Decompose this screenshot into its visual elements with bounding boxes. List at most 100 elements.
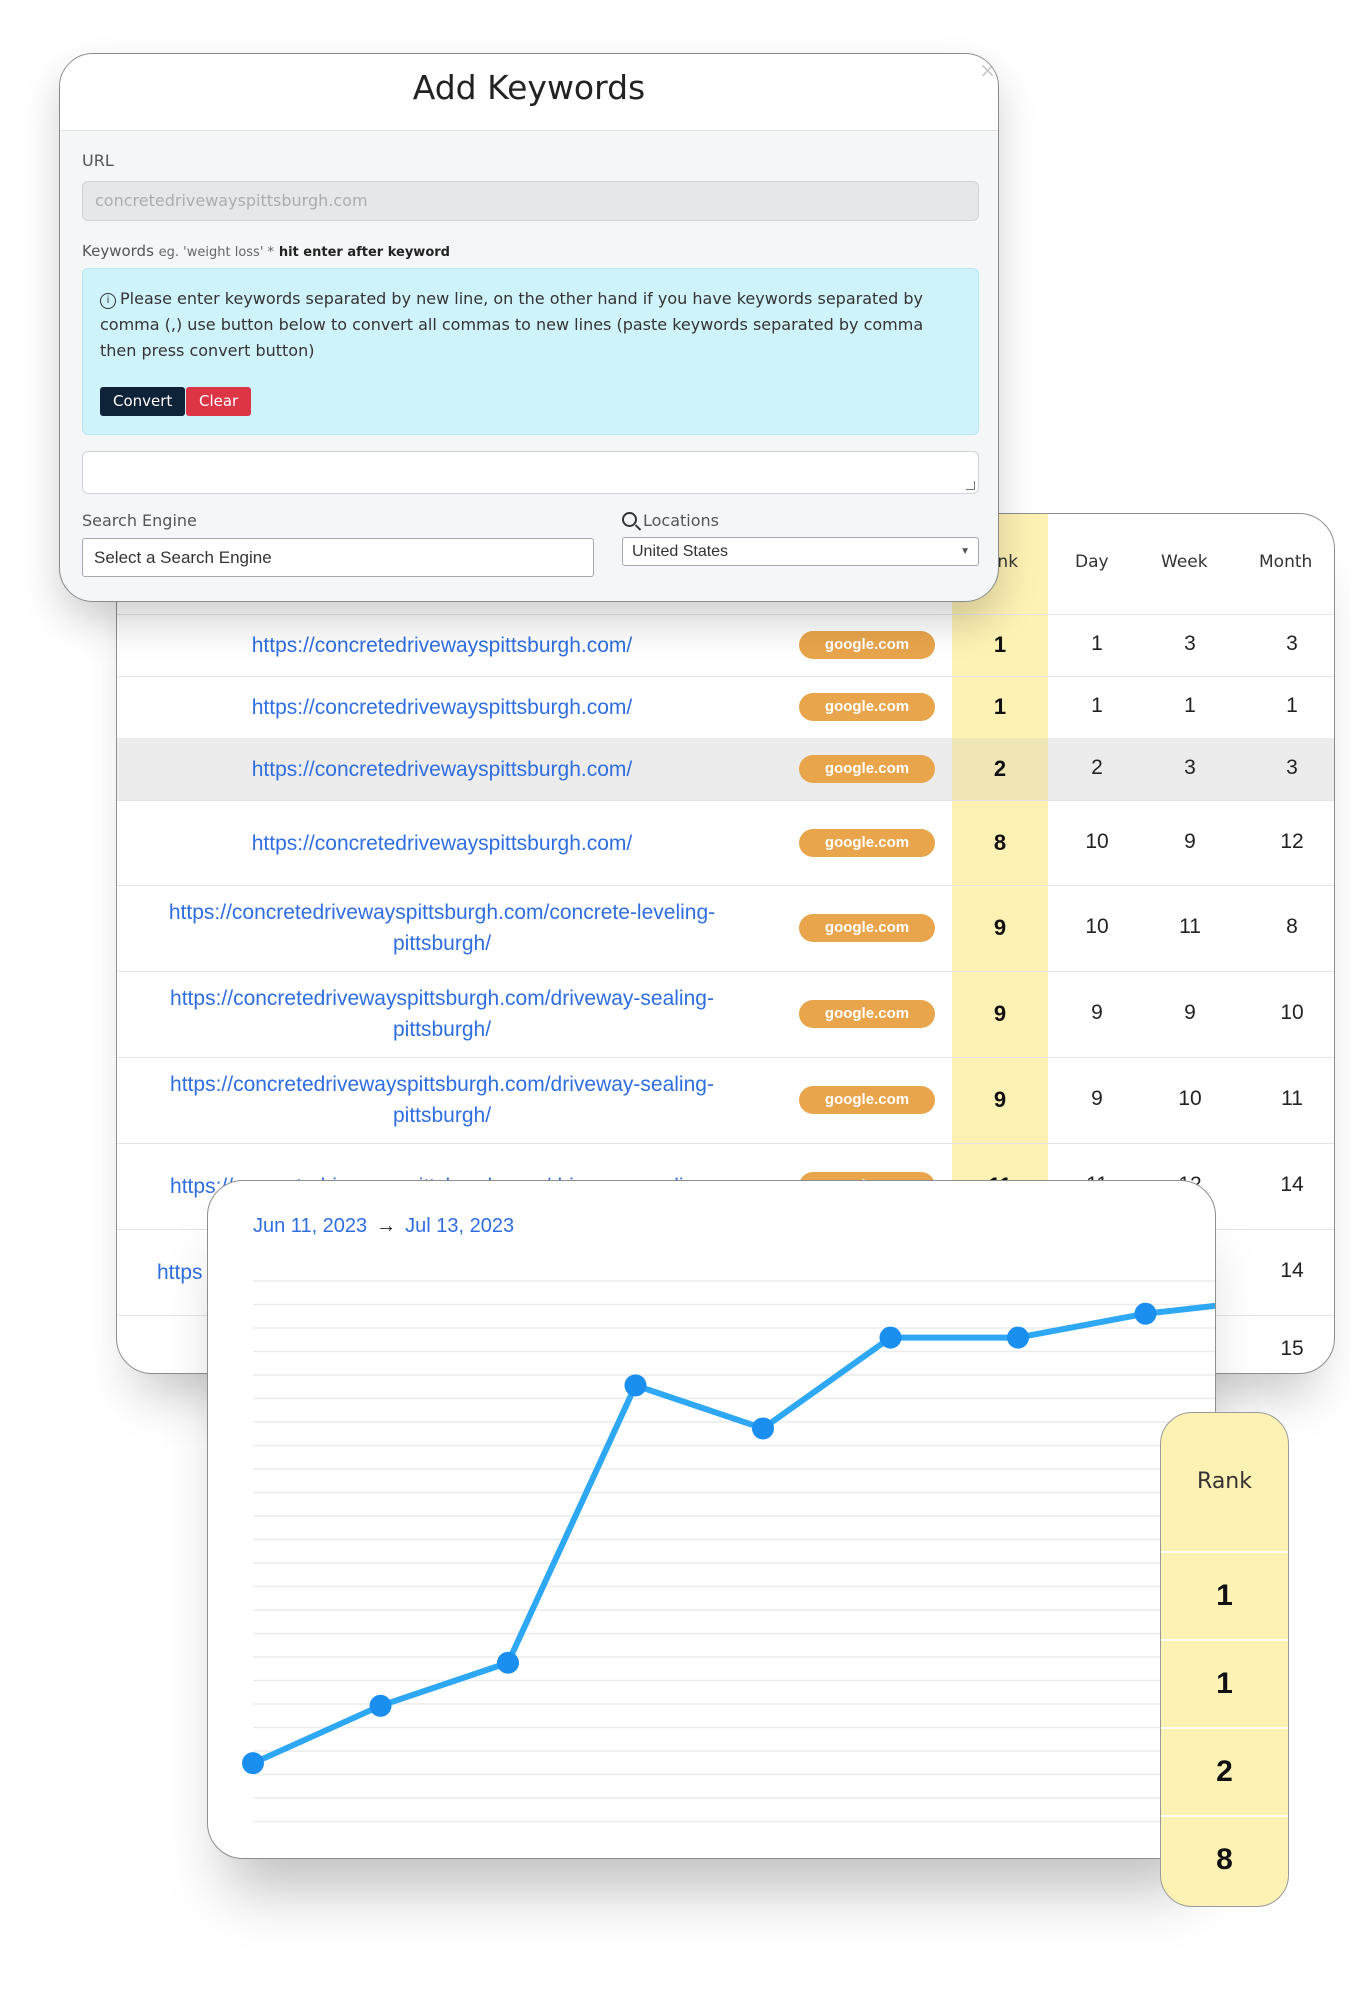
url-link[interactable]: https://concretedrivewayspittsburgh.com/ [117, 754, 767, 785]
header-month[interactable]: Month [1259, 552, 1312, 572]
url-line-1: https://concretedrivewayspittsburgh.com/ [251, 831, 633, 855]
search-engine-badge: google.com [799, 631, 935, 659]
url-line-1: https://concretedrivewayspittsburgh.com/… [168, 901, 716, 924]
info-text: Please enter keywords separated by new l… [100, 289, 924, 360]
locations-label-wrap: Locations [622, 511, 719, 530]
info-icon: i [100, 293, 116, 309]
close-icon[interactable]: × [979, 58, 996, 82]
modal-header: Add Keywords × [60, 54, 998, 131]
keywords-example: eg. 'weight loss' * [158, 245, 275, 260]
end-date: Jul 13, 2023 [405, 1215, 515, 1237]
url-link[interactable]: https [157, 1257, 203, 1288]
week-cell: 9 [1184, 1001, 1196, 1024]
month-cell: 8 [1286, 915, 1298, 938]
day-cell: 2 [1091, 756, 1103, 779]
month-cell: 14 [1280, 1173, 1304, 1196]
rank-summary-header: Rank [1161, 1413, 1288, 1553]
data-point[interactable] [242, 1752, 264, 1775]
url-line-1: https://concretedrivewayspittsburgh.com/ [251, 634, 633, 657]
day-cell: 9 [1091, 1087, 1103, 1110]
day-cell: 10 [1085, 915, 1109, 938]
location-value: United States [632, 543, 729, 560]
day-cell: 1 [1091, 632, 1103, 655]
search-engine-badge: google.com [799, 914, 935, 942]
resize-handle-icon[interactable] [966, 481, 975, 490]
table-row[interactable]: 1 https://concretedrivewayspittsburgh.com… [117, 676, 1334, 739]
day-cell: 1 [1091, 694, 1103, 717]
rank-line-chart [242, 1280, 1215, 1823]
search-engine-badge: google.com [799, 1000, 935, 1028]
rank-cell: 1 [993, 694, 1007, 719]
data-point[interactable] [369, 1694, 392, 1717]
month-cell: 12 [1280, 829, 1304, 853]
rank-summary-item: 1 [1161, 1553, 1288, 1641]
data-point[interactable] [624, 1374, 647, 1397]
url-link[interactable]: https://concretedrivewayspittsburgh.com/… [117, 897, 767, 959]
table-row[interactable]: 8 https://concretedrivewayspittsburgh.com… [117, 800, 1334, 886]
data-point[interactable] [1007, 1326, 1029, 1349]
clear-button[interactable]: Clear [186, 387, 252, 416]
info-text-wrap: i Please enter keywords separated by new … [100, 286, 960, 364]
rank-summary-item: 2 [1161, 1729, 1288, 1817]
rank-cell: 9 [993, 1087, 1007, 1112]
week-cell: 3 [1184, 756, 1196, 779]
url-line-1: https://concretedrivewayspittsburgh.com/… [170, 1073, 714, 1096]
url-line-1: https [157, 1261, 203, 1284]
url-link[interactable]: https://concretedrivewayspittsburgh.com/… [117, 983, 767, 1045]
add-keywords-modal: Add Keywords × URL concretedrivewayspitt… [59, 53, 999, 602]
rank-summary-item: 8 [1216, 1843, 1233, 1876]
url-line-1: https://concretedrivewayspittsburgh.com/ [251, 696, 633, 719]
week-cell: 9 [1184, 829, 1196, 853]
week-cell: 11 [1179, 915, 1201, 938]
keywords-label-text: Keywords [82, 242, 154, 260]
month-cell: 3 [1286, 632, 1298, 655]
data-point[interactable] [879, 1326, 902, 1349]
table-row[interactable]: 1 https://concretedrivewayspittsburgh.com… [117, 614, 1334, 677]
data-point[interactable] [1134, 1302, 1157, 1325]
search-engine-select[interactable]: Select a Search Engine [82, 538, 594, 577]
arrow-right-icon: → [376, 1215, 397, 1237]
week-cell: 1 [1184, 694, 1196, 717]
url-line-2: pittsburgh/ [392, 932, 492, 955]
keywords-hint: hit enter after keyword [278, 245, 450, 260]
table-row[interactable]: 2 https://concretedrivewayspittsburgh.com… [117, 738, 1334, 801]
rank-summary-item: 1 [1161, 1641, 1288, 1729]
url-link[interactable]: https://concretedrivewayspittsburgh.com/ [117, 692, 767, 723]
url-line-2: pittsburgh/ [392, 1018, 492, 1041]
rank-cell: 8 [993, 830, 1007, 855]
week-cell: 3 [1184, 632, 1196, 655]
rank-summary-card: Rank 1 1 2 8 [1160, 1412, 1289, 1907]
url-input[interactable]: concretedrivewayspittsburgh.com [82, 181, 979, 221]
url-link[interactable]: https://concretedrivewayspittsburgh.com/ [117, 828, 767, 859]
month-cell: 11 [1281, 1087, 1303, 1110]
month-cell: 3 [1286, 756, 1298, 779]
date-range[interactable]: Jun 11, 2023 → Jul 13, 2023 [253, 1215, 514, 1238]
header-day[interactable]: Day [1075, 552, 1109, 572]
search-engine-badge: google.com [799, 828, 935, 857]
table-row[interactable]: 9 https://concretedrivewayspittsburgh.com… [117, 971, 1334, 1058]
data-point[interactable] [752, 1417, 774, 1440]
day-cell: 9 [1091, 1001, 1103, 1024]
modal-title: Add Keywords [412, 68, 646, 107]
data-point[interactable] [497, 1651, 519, 1674]
url-label: URL [82, 151, 114, 170]
locations-label: Locations [643, 511, 720, 530]
url-line-2: pittsburgh/ [392, 1104, 492, 1127]
convert-button[interactable]: Convert [100, 387, 186, 416]
url-link[interactable]: https://concretedrivewayspittsburgh.com/ [117, 630, 767, 661]
month-cell: 14 [1280, 1259, 1304, 1282]
search-engine-badge: google.com [799, 693, 935, 721]
table-row[interactable]: 9 https://concretedrivewayspittsburgh.com… [117, 885, 1334, 972]
rank-series-line [250, 1302, 1215, 1767]
keywords-textarea[interactable] [82, 451, 979, 494]
url-line-1: https://concretedrivewayspittsburgh.com/… [170, 987, 714, 1010]
header-week[interactable]: Week [1161, 552, 1208, 572]
day-cell: 10 [1085, 829, 1109, 853]
table-row[interactable]: 9 https://concretedrivewayspittsburgh.com… [117, 1057, 1334, 1144]
url-link[interactable]: https://concretedrivewayspittsburgh.com/… [117, 1069, 767, 1131]
location-select[interactable]: United States ▼ [622, 537, 979, 566]
month-cell: 10 [1280, 1001, 1304, 1024]
month-cell: 1 [1286, 694, 1298, 717]
search-engine-badge: google.com [799, 755, 935, 783]
search-engine-badge: google.com [799, 1086, 935, 1114]
